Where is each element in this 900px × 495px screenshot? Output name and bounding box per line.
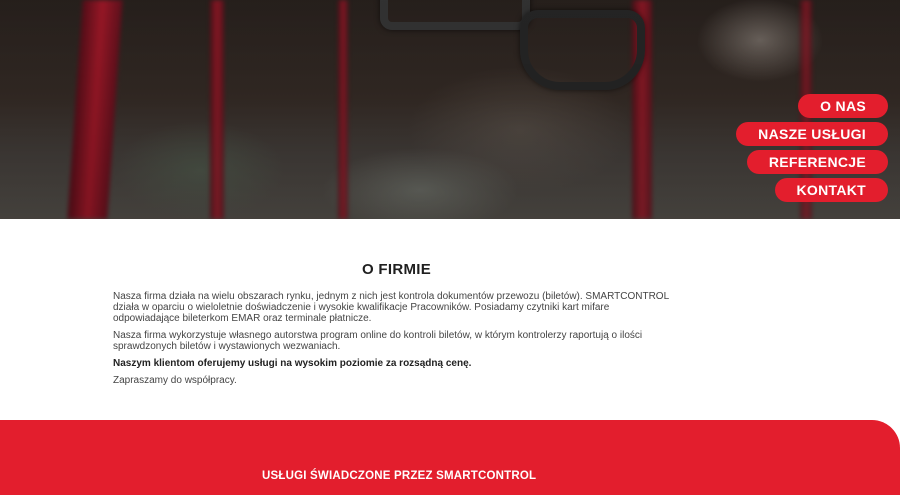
services-section: USŁUGI ŚWIADCZONE PRZEZ SMARTCONTROL (0, 420, 900, 495)
about-section: O FIRMIE Nasza firma działa na wielu obs… (0, 219, 900, 420)
nav-kontakt[interactable]: KONTAKT (774, 178, 888, 202)
about-highlight: Naszym klientom oferujemy usługi na wyso… (113, 358, 472, 369)
about-title: O FIRMIE (361, 261, 432, 278)
nav-o-nas[interactable]: O NAS (798, 94, 888, 118)
about-paragraph: Zapraszamy do współpracy. (113, 375, 237, 386)
hero-banner: O NAS NASZE USŁUGI REFERENCJE KONTAKT (0, 0, 900, 219)
nav-referencje[interactable]: REFERENCJE (746, 150, 888, 174)
about-text: Nasza firma działa na wielu obszarach ry… (113, 291, 678, 392)
about-paragraph: Nasza firma działa na wielu obszarach ry… (113, 291, 669, 324)
services-title: USŁUGI ŚWIADCZONE PRZEZ SMARTCONTROL (262, 470, 537, 482)
main-nav: O NAS NASZE USŁUGI REFERENCJE KONTAKT (736, 94, 888, 202)
nav-nasze-uslugi[interactable]: NASZE USŁUGI (736, 122, 888, 146)
about-paragraph: Nasza firma wykorzystuje własnego autors… (113, 330, 643, 352)
